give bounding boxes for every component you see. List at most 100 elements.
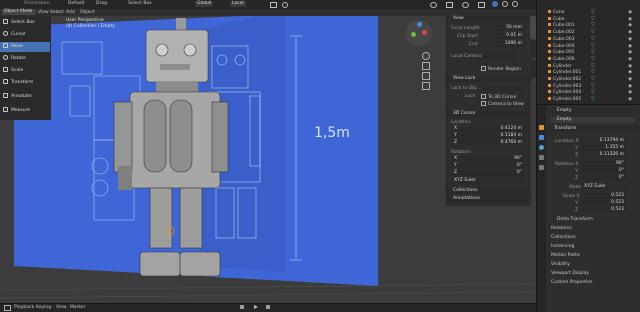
rotation-y-field[interactable]: 0° <box>581 168 627 174</box>
menu-playback[interactable]: Playback <box>14 305 34 310</box>
menu-keying[interactable]: Keying <box>36 305 51 310</box>
cursor-location-y[interactable]: Y 0.1184 m <box>451 133 525 139</box>
outliner-row[interactable]: Cube.003 ▽ ◉ <box>536 36 640 42</box>
tool-select-box[interactable]: Select Box <box>0 18 50 28</box>
section-visibility[interactable]: Visibility <box>551 262 570 267</box>
visibility-eye-icon[interactable]: ◉ <box>628 30 632 35</box>
visibility-eye-icon[interactable]: ◉ <box>628 70 632 75</box>
outliner-row[interactable]: Cylinder.002 ▽ ◉ <box>536 76 640 82</box>
pan-icon[interactable] <box>422 62 430 70</box>
outliner-row[interactable]: Cylinder.005 ▽ ◉ <box>536 96 640 102</box>
gizmo-z-axis-icon[interactable] <box>417 22 422 27</box>
visibility-eye-icon[interactable]: ◉ <box>628 97 632 102</box>
visibility-eye-icon[interactable]: ◉ <box>628 50 632 55</box>
cursor-location-z[interactable]: Z 0.4760 m <box>451 140 525 146</box>
focal-length-field[interactable]: 50 mm <box>491 25 525 31</box>
lock-to-object-field[interactable] <box>483 85 525 91</box>
transform-orientation-dropdown[interactable]: Global <box>195 1 214 7</box>
menu-view-timeline[interactable]: View <box>56 305 67 310</box>
outliner-row[interactable]: Cylinder.004 ▽ ◉ <box>536 89 640 95</box>
location-z-field[interactable]: 0.11326 m <box>581 152 627 158</box>
object-name-field[interactable]: Empty <box>551 108 635 114</box>
outliner-row[interactable]: Cube ▽ ◉ <box>536 16 640 22</box>
location-y-field[interactable]: 1.355 m <box>581 145 627 151</box>
gizmo-icon[interactable] <box>446 2 453 8</box>
tool-scale[interactable]: Scale <box>0 66 50 76</box>
outliner-row[interactable]: Cube.006 ▽ ◉ <box>536 56 640 62</box>
shading-material-icon[interactable] <box>502 1 508 7</box>
jump-end-icon[interactable] <box>266 305 270 309</box>
physics-tab-icon[interactable] <box>539 145 544 150</box>
visibility-eye-icon[interactable]: ◉ <box>628 23 632 28</box>
visibility-eye-icon[interactable]: ◉ <box>628 64 632 69</box>
menu-object[interactable]: Object <box>80 10 95 15</box>
snap-icon[interactable] <box>270 2 277 8</box>
overlays-icon[interactable] <box>462 2 469 8</box>
view-panel-header[interactable]: View <box>447 16 531 22</box>
outliner-row[interactable]: Cylinder ▽ ◉ <box>536 63 640 69</box>
jump-start-icon[interactable] <box>240 305 244 309</box>
cursor-rotation-x[interactable]: X 90° <box>451 156 525 162</box>
outliner-row[interactable]: Cylinder.001 ▽ ◉ <box>536 69 640 75</box>
cursor-rotation-mode[interactable]: XYZ Euler <box>451 178 525 184</box>
tool-annotate[interactable]: Annotate <box>0 92 50 102</box>
visibility-eye-icon[interactable]: ◉ <box>628 57 632 62</box>
outliner-row[interactable]: Cube.005 ▽ ◉ <box>536 49 640 55</box>
gizmo-x-axis-icon[interactable] <box>422 30 427 35</box>
tool-move[interactable]: Move <box>0 42 50 52</box>
scale-y-field[interactable]: 0.523 <box>581 200 627 206</box>
data-name-field[interactable]: Empty <box>551 117 635 123</box>
section-instancing[interactable]: Instancing <box>551 244 574 249</box>
menu-add[interactable]: Add <box>66 10 75 15</box>
annotations-header[interactable]: Annotations <box>447 196 531 202</box>
collections-header[interactable]: Collections <box>447 188 531 194</box>
data-tab-icon[interactable] <box>539 165 544 170</box>
select-box-label[interactable]: Select Box <box>128 1 152 6</box>
camera-view-icon[interactable] <box>422 72 430 80</box>
pivot-dropdown[interactable]: Local <box>230 1 246 7</box>
modifier-tab-icon[interactable] <box>539 135 544 140</box>
play-icon[interactable] <box>254 305 258 309</box>
zoom-icon[interactable] <box>422 52 430 60</box>
gizmo-y-axis-icon[interactable] <box>411 32 416 37</box>
orientation-value[interactable]: Default <box>68 1 84 6</box>
section-relations[interactable]: Relations <box>551 226 572 231</box>
tool-rotate[interactable]: Rotate <box>0 54 50 64</box>
render-region-checkbox[interactable]: Render Region <box>481 66 521 72</box>
editor-type-icon[interactable] <box>4 305 11 311</box>
xray-icon[interactable] <box>478 2 485 8</box>
visibility-eye-icon[interactable]: ◉ <box>628 10 632 15</box>
section-delta-transform[interactable]: Delta Transform <box>557 217 593 222</box>
visibility-eye-icon[interactable]: ◉ <box>628 84 632 89</box>
object-properties-tab-icon[interactable] <box>539 125 544 130</box>
constraints-tab-icon[interactable] <box>539 155 544 160</box>
perspective-toggle-icon[interactable] <box>422 82 430 90</box>
visibility-eye-icon[interactable]: ◉ <box>628 90 632 95</box>
proportional-edit-icon[interactable] <box>282 2 288 8</box>
section-custom-properties[interactable]: Custom Properties <box>551 280 592 285</box>
cursor-location-x[interactable]: X 0.4124 m <box>451 126 525 132</box>
rotation-z-field[interactable]: 0° <box>581 175 627 181</box>
3d-cursor-header[interactable]: 3D Cursor <box>447 111 531 117</box>
scale-x-field[interactable]: 0.523 <box>581 193 627 199</box>
shading-solid-icon[interactable] <box>492 1 498 7</box>
cursor-rotation-z[interactable]: Z 0° <box>451 170 525 176</box>
section-motion-paths[interactable]: Motion Paths <box>551 253 580 258</box>
navigation-gizmo[interactable] <box>406 20 432 46</box>
tool-cursor[interactable]: Cursor <box>0 30 50 40</box>
visibility-icon[interactable] <box>430 2 437 8</box>
scale-z-field[interactable]: 0.523 <box>581 207 627 213</box>
tool-transform[interactable]: Transform <box>0 78 50 88</box>
drag-label[interactable]: Drag <box>96 1 107 6</box>
clip-end-field[interactable]: 1000 m <box>491 41 525 47</box>
menu-marker[interactable]: Marker <box>70 305 86 310</box>
section-collections[interactable]: Collections <box>551 235 576 240</box>
clip-start-field[interactable]: 0.01 m <box>491 33 525 39</box>
visibility-eye-icon[interactable]: ◉ <box>628 77 632 82</box>
view-lock-header[interactable]: View Lock <box>447 76 531 82</box>
menu-select[interactable]: Select <box>50 10 64 15</box>
visibility-eye-icon[interactable]: ◉ <box>628 37 632 42</box>
outliner-row[interactable]: Cone ▽ ◉ <box>536 9 640 15</box>
outliner-row[interactable]: Cube.004 ▽ ◉ <box>536 43 640 49</box>
outliner-row[interactable]: Cube.001 ▽ ◉ <box>536 22 640 28</box>
